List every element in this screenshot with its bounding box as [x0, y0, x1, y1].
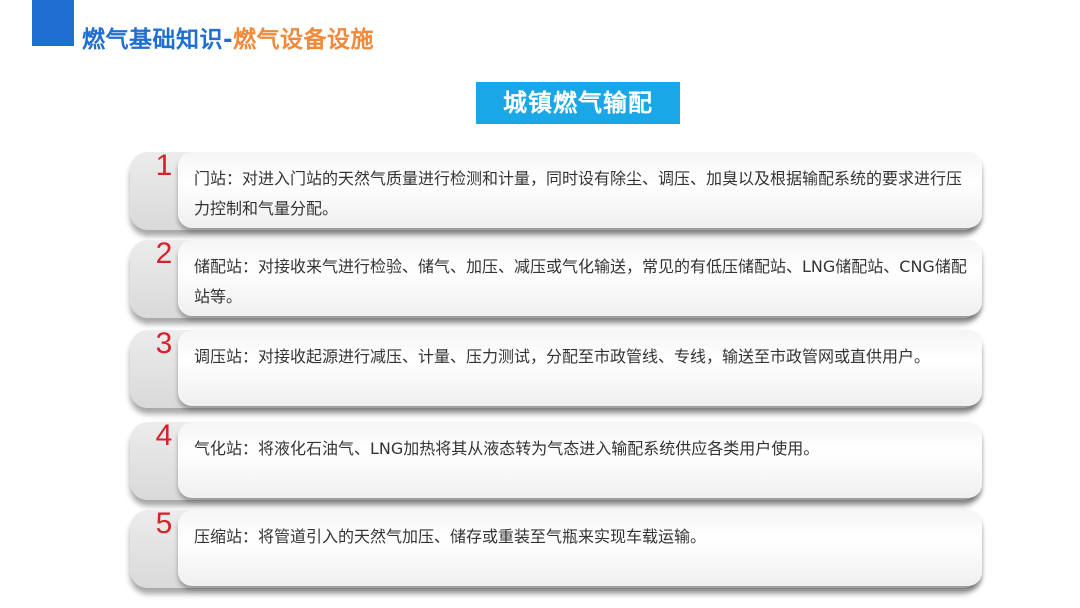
section-title: 城镇燃气输配	[476, 82, 680, 124]
list-item: 3 调压站：对接收起源进行减压、计量、压力测试，分配至市政管线、专线，输送至市政…	[130, 327, 982, 410]
item-text: 调压站：对接收起源进行减压、计量、压力测试，分配至市政管线、专线，输送至市政管网…	[194, 347, 931, 366]
page-title-separator: -	[223, 27, 234, 53]
page-title-sub: 燃气设备设施	[233, 27, 375, 53]
item-number: 5	[155, 507, 173, 540]
item-number: 2	[155, 237, 173, 270]
header-accent-block	[32, 0, 74, 46]
list-item: 2 储配站：对接收来气进行检验、储气、加压、减压或气化输送，常见的有低压储配站、…	[130, 237, 982, 320]
page-title-main: 燃气基础知识	[82, 27, 223, 53]
item-number: 1	[155, 149, 173, 182]
item-number: 4	[155, 419, 173, 452]
item-text: 储配站：对接收来气进行检验、储气、加压、减压或气化输送，常见的有低压储配站、LN…	[194, 257, 967, 306]
list-item: 1 门站：对进入门站的天然气质量进行检测和计量，同时设有除尘、调压、加臭以及根据…	[130, 149, 982, 232]
item-number: 3	[155, 327, 173, 360]
list-item: 4 气化站：将液化石油气、LNG加热将其从液态转为气态进入输配系统供应各类用户使…	[130, 419, 982, 502]
list-item: 5 压缩站：将管道引入的天然气加压、储存或重装至气瓶来实现车载运输。	[130, 507, 982, 590]
page-title: 燃气基础知识-燃气设备设施	[82, 20, 374, 54]
item-text: 气化站：将液化石油气、LNG加热将其从液态转为气态进入输配系统供应各类用户使用。	[194, 439, 820, 458]
item-text: 门站：对进入门站的天然气质量进行检测和计量，同时设有除尘、调压、加臭以及根据输配…	[194, 169, 963, 218]
item-text: 压缩站：将管道引入的天然气加压、储存或重装至气瓶来实现车载运输。	[194, 527, 707, 546]
